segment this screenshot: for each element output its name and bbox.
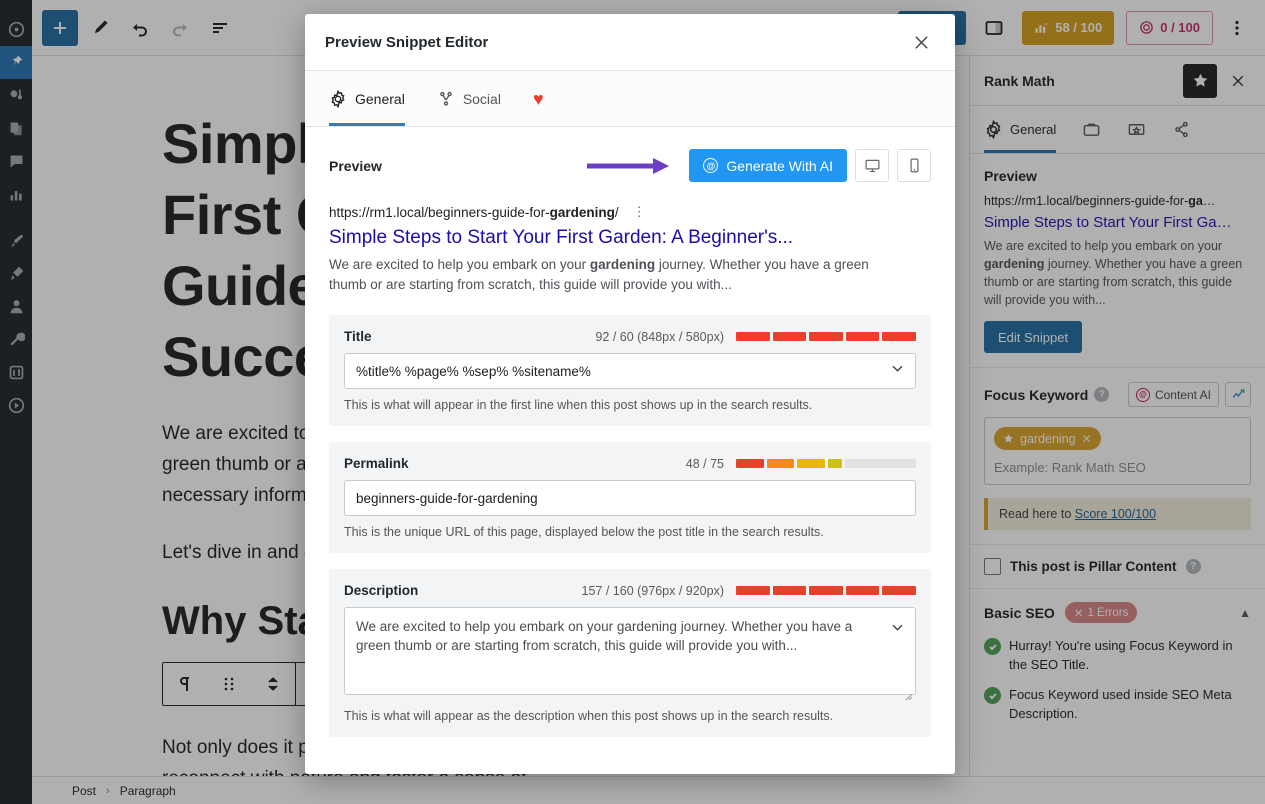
- tab-general-label: General: [355, 90, 405, 107]
- serp-title[interactable]: Simple Steps to Start Your First Garden:…: [329, 225, 931, 251]
- progress-segment: [797, 459, 825, 468]
- progress-segment: [845, 332, 880, 341]
- description-field-hint: This is what will appear as the descript…: [344, 709, 834, 723]
- progress-segment: [736, 332, 770, 341]
- modal-header: Preview Snippet Editor: [305, 14, 955, 71]
- tab-general[interactable]: General: [329, 71, 437, 126]
- title-progress-bar: [736, 332, 916, 341]
- title-field-label: Title: [344, 329, 372, 344]
- serp-url: https://rm1.local/beginners-guide-for-ga…: [329, 205, 619, 220]
- progress-segment: [772, 332, 807, 341]
- preview-heading: Preview: [329, 157, 382, 174]
- heart-icon: ♥: [532, 88, 544, 109]
- title-field-hint: This is what will appear in the first li…: [344, 398, 813, 412]
- description-field-count: 157 / 160 (976px / 920px): [581, 583, 724, 598]
- generate-with-ai-button[interactable]: @ Generate With AI: [689, 149, 847, 182]
- ai-circle-icon: @: [703, 158, 719, 173]
- progress-segment: [736, 459, 764, 468]
- permalink-field-card: Permalink 48 / 75 This is the unique URL…: [329, 442, 931, 553]
- progress-segment: [844, 459, 916, 468]
- serp-desc-keyword: gardening: [589, 257, 656, 272]
- progress-segment: [809, 586, 843, 595]
- close-icon[interactable]: [907, 28, 935, 56]
- title-input[interactable]: [344, 353, 916, 389]
- permalink-input[interactable]: [344, 480, 916, 516]
- generate-with-ai-label: Generate With AI: [726, 157, 833, 174]
- progress-segment: [772, 586, 807, 595]
- title-field-card: Title 92 / 60 (848px / 580px) This is wh…: [329, 315, 931, 426]
- progress-segment: [809, 332, 843, 341]
- tab-favorite[interactable]: ♥: [533, 71, 576, 126]
- description-field-card: Description 157 / 160 (976px / 920px) We…: [329, 569, 931, 737]
- permalink-field-hint: This is the unique URL of this page, dis…: [344, 525, 824, 539]
- title-field-count: 92 / 60 (848px / 580px): [595, 329, 724, 344]
- preview-snippet-editor-modal: Preview Snippet Editor General Social ♥ …: [305, 14, 955, 774]
- tab-social-label: Social: [462, 90, 501, 107]
- serp-desc-part1: We are excited to help you embark on you…: [329, 257, 590, 272]
- serp-url-suffix: /: [614, 204, 619, 220]
- progress-segment: [845, 586, 880, 595]
- screen-root: 58 / 100 0 / 100 Simple Steps to Start Y…: [0, 0, 1265, 804]
- mobile-preview-icon[interactable]: [897, 149, 931, 182]
- progress-segment: [882, 332, 916, 341]
- description-field-label: Description: [344, 583, 419, 598]
- modal-body: Preview @ Generate With AI https://rm1.l…: [305, 127, 955, 774]
- permalink-field-count: 48 / 75: [685, 456, 724, 471]
- progress-segment: [736, 586, 770, 595]
- tab-social[interactable]: Social: [437, 71, 533, 126]
- serp-url-keyword: gardening: [549, 204, 615, 220]
- serp-options-icon[interactable]: ⋮: [633, 204, 647, 220]
- annotation-arrow-icon: [587, 157, 679, 175]
- serp-url-prefix: https://rm1.local/beginners-guide-for-: [329, 204, 550, 220]
- chevron-down-icon[interactable]: [890, 620, 905, 640]
- progress-segment: [766, 459, 794, 468]
- serp-preview: https://rm1.local/beginners-guide-for-ga…: [329, 204, 931, 295]
- description-textarea[interactable]: We are excited to help you embark on you…: [344, 607, 916, 695]
- permalink-field-label: Permalink: [344, 456, 409, 471]
- desktop-preview-icon[interactable]: [855, 149, 889, 182]
- resize-grip-icon[interactable]: [904, 688, 913, 701]
- preview-header-row: Preview @ Generate With AI: [329, 149, 931, 182]
- modal-title: Preview Snippet Editor: [325, 33, 489, 51]
- permalink-progress-bar: [736, 459, 916, 468]
- serp-description: We are excited to help you embark on you…: [329, 255, 894, 295]
- description-progress-bar: [736, 586, 916, 595]
- progress-segment: [882, 586, 916, 595]
- progress-segment: [827, 459, 842, 468]
- modal-tabs: General Social ♥: [305, 71, 955, 127]
